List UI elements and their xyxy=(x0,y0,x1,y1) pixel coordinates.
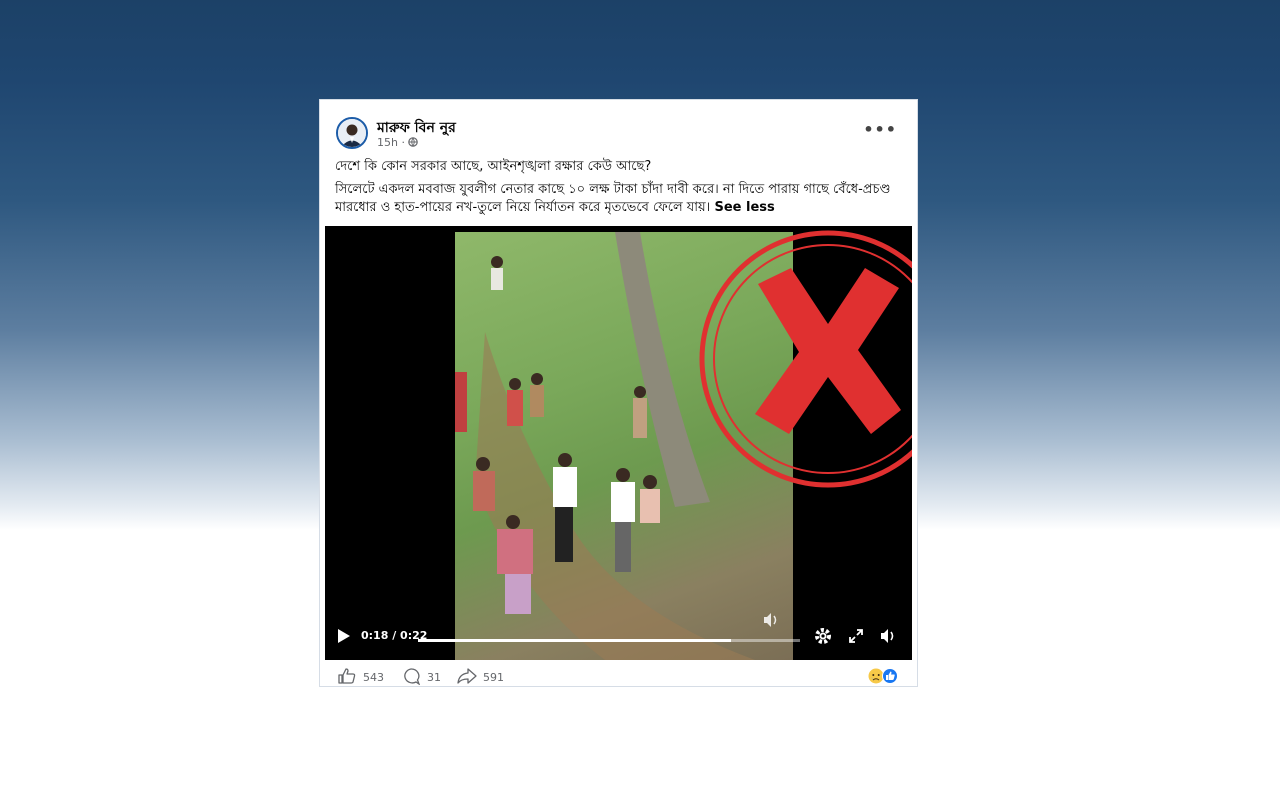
see-less-link[interactable]: See less xyxy=(714,200,774,215)
play-icon[interactable] xyxy=(337,628,351,644)
post-text-body: সিলেটে একদল মববাজ যুবলীগ নেতার কাছে ১০ ল… xyxy=(335,181,905,217)
video-player[interactable]: 0:18 / 0:22 xyxy=(325,226,912,660)
fullscreen-icon[interactable] xyxy=(848,628,864,644)
post-text-line1: দেশে কি কোন সরকার আছে, আইনশৃঙ্খলা রক্ষার… xyxy=(335,159,652,174)
post-meta: 15h · xyxy=(377,136,419,149)
video-controls: 0:18 / 0:22 xyxy=(325,613,912,660)
post-time[interactable]: 15h xyxy=(377,136,398,149)
comment-count[interactable]: 31 xyxy=(427,671,441,684)
video-progress-fill xyxy=(418,639,732,642)
share-icon[interactable] xyxy=(457,668,477,684)
share-count[interactable]: 591 xyxy=(483,671,504,684)
author-avatar[interactable] xyxy=(336,117,368,149)
like-count[interactable]: 543 xyxy=(363,671,384,684)
more-options-icon[interactable]: ••• xyxy=(863,120,897,139)
post-text-line2: সিলেটে একদল মববাজ যুবলীগ নেতার কাছে ১০ ল… xyxy=(335,182,891,215)
reaction-icons[interactable] xyxy=(868,668,902,685)
globe-icon xyxy=(408,136,419,149)
mute-toggle-icon[interactable] xyxy=(879,628,897,644)
comment-icon[interactable] xyxy=(402,668,420,685)
fact-check-false-stamp xyxy=(693,226,912,492)
volume-icon[interactable] xyxy=(762,612,780,628)
like-reaction-icon xyxy=(882,668,898,684)
post-card: মারুফ বিন নুর 15h · ••• দেশে কি কোন সরকা… xyxy=(320,100,917,686)
video-progress-bar[interactable] xyxy=(418,639,800,642)
settings-gear-icon[interactable] xyxy=(814,627,832,645)
like-icon[interactable] xyxy=(338,668,356,684)
post-footer: 543 31 591 xyxy=(335,666,902,686)
